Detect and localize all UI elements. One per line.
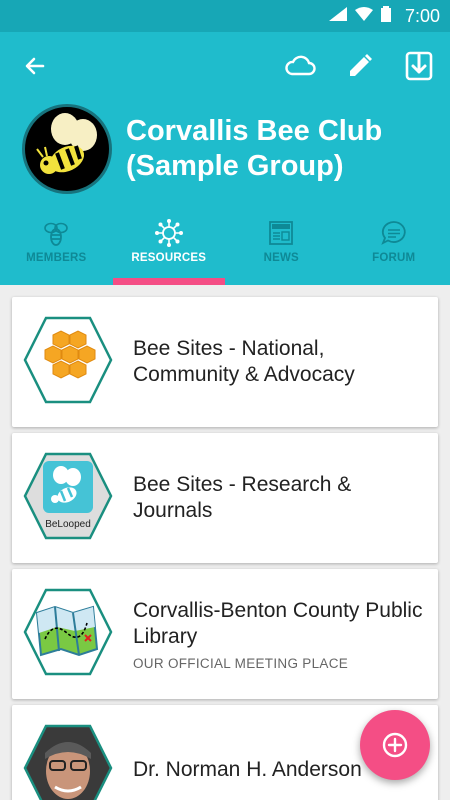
resource-card[interactable]: BeLooped Bee Sites - Research & Journals bbox=[12, 433, 438, 563]
resource-texts: Corvallis-Benton County Public Library O… bbox=[133, 569, 423, 699]
tab-label: RESOURCES bbox=[131, 252, 207, 264]
belooped-caption: BeLooped bbox=[45, 519, 91, 530]
add-circle-icon bbox=[382, 732, 408, 758]
status-bar: 7:00 bbox=[0, 0, 450, 32]
resource-card[interactable]: Bee Sites - National, Community & Advoca… bbox=[12, 297, 438, 427]
resource-texts: Bee Sites - National, Community & Advoca… bbox=[133, 297, 423, 427]
status-time: 7:00 bbox=[404, 5, 440, 26]
tab-label: FORUM bbox=[372, 252, 416, 264]
pencil-icon bbox=[350, 54, 372, 76]
group-header: Corvallis Bee Club (Sample Group) bbox=[22, 104, 426, 194]
tab-members[interactable]: MEMBERS bbox=[0, 212, 113, 285]
bee-icon bbox=[42, 216, 70, 250]
edit-button[interactable] bbox=[342, 48, 378, 84]
download-button[interactable] bbox=[401, 48, 437, 84]
resource-title: Bee Sites - National, Community & Advoca… bbox=[133, 337, 355, 386]
resource-title: Corvallis-Benton County Public Library bbox=[133, 598, 423, 648]
sync-button[interactable] bbox=[282, 48, 318, 84]
back-arrow-icon bbox=[25, 57, 45, 75]
battery-icon bbox=[380, 5, 391, 27]
resource-subtitle: OUR OFFICIAL MEETING PLACE bbox=[133, 655, 349, 671]
tab-bar: MEMBERS RESOURCES NEWS FORUM bbox=[0, 212, 450, 285]
signal-icon bbox=[328, 6, 347, 26]
tab-forum[interactable]: FORUM bbox=[338, 212, 450, 285]
tab-label: MEMBERS bbox=[26, 252, 87, 264]
tab-news[interactable]: NEWS bbox=[225, 212, 338, 285]
app-bar: Corvallis Bee Club (Sample Group) MEMBER… bbox=[0, 32, 450, 285]
cloud-icon bbox=[285, 55, 316, 76]
wifi-icon bbox=[354, 6, 373, 26]
tab-label: NEWS bbox=[263, 252, 299, 264]
resource-title: Bee Sites - Research & Journals bbox=[133, 473, 352, 522]
chat-bubble-icon bbox=[380, 216, 408, 250]
group-logo bbox=[22, 104, 112, 194]
resource-card[interactable]: Corvallis-Benton County Public Library O… bbox=[12, 569, 438, 699]
download-icon bbox=[405, 51, 433, 81]
belooped-bee-icon: BeLooped bbox=[23, 452, 113, 540]
network-icon bbox=[154, 216, 184, 250]
resource-texts: Bee Sites - Research & Journals bbox=[133, 433, 423, 563]
honeycomb-icon bbox=[23, 316, 113, 404]
bee-logo-icon bbox=[36, 113, 97, 177]
add-resource-button[interactable] bbox=[360, 710, 430, 780]
newspaper-icon bbox=[267, 216, 295, 250]
map-icon bbox=[23, 588, 113, 676]
tab-resources[interactable]: RESOURCES bbox=[112, 212, 226, 285]
person-photo bbox=[23, 724, 113, 800]
group-title: Corvallis Bee Club (Sample Group) bbox=[126, 115, 383, 182]
back-button[interactable] bbox=[17, 48, 53, 84]
